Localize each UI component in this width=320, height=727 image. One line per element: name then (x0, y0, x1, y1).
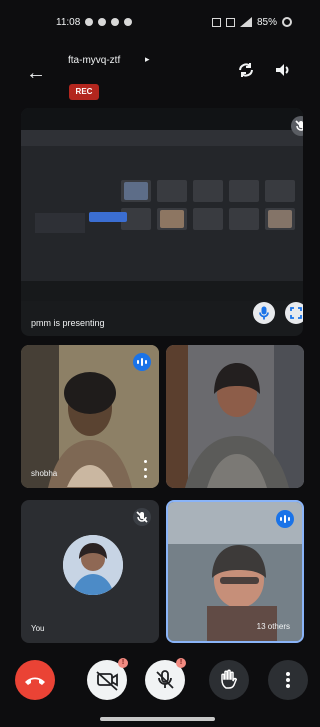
participant-name: shobha (31, 469, 58, 478)
shared-screen-tile (193, 208, 223, 230)
avatar (63, 535, 123, 595)
location-icon (111, 18, 120, 26)
raise-hand-icon (221, 669, 237, 689)
shared-screen (21, 108, 303, 301)
mic-warning-badge: ! (176, 658, 186, 668)
shared-screen-video-thumb (268, 210, 292, 228)
speaker-icon[interactable] (273, 60, 293, 80)
shared-screen-video-thumb (160, 210, 184, 228)
participant-count: 13 others (256, 622, 290, 631)
status-left: 11:08 (56, 16, 133, 28)
cast-icon (211, 17, 221, 27)
participant-tile[interactable]: shobha (21, 345, 159, 488)
notification-icon (85, 18, 94, 26)
chevron-right-icon[interactable]: ▸ (145, 54, 150, 65)
camera-switch-icon[interactable] (236, 60, 256, 80)
shared-screen-tile (265, 180, 295, 202)
camera-warning-badge: ! (118, 658, 128, 668)
camera-toggle-button[interactable]: ! (87, 658, 128, 700)
shared-screen-panel (35, 213, 85, 233)
end-call-button[interactable] (15, 660, 55, 700)
shared-screen-tile (157, 180, 187, 202)
more-vertical-icon (286, 672, 290, 688)
speaking-indicator-icon (133, 353, 151, 371)
end-call-icon (25, 677, 45, 685)
more-options-button[interactable] (268, 660, 308, 700)
participant-name: You (31, 624, 45, 633)
more-vertical-icon[interactable] (141, 460, 149, 478)
signal-icon (239, 17, 252, 27)
home-indicator[interactable] (100, 717, 215, 721)
shared-screen-video-thumb (124, 182, 148, 200)
mic-muted-icon (133, 508, 151, 526)
whatsapp-icon (98, 18, 107, 26)
mic-icon[interactable] (253, 302, 275, 324)
expand-icon[interactable] (285, 302, 303, 324)
shared-screen-tile (229, 208, 259, 230)
speaking-indicator-icon (276, 510, 294, 528)
recording-badge: REC (69, 84, 99, 100)
participant-tile[interactable] (166, 345, 304, 488)
shared-screen-tabbar (21, 130, 303, 146)
call-controls: ! ! (0, 658, 314, 727)
presentation-tile[interactable]: pmm is presenting (21, 108, 303, 336)
battery-percent: 85% (256, 16, 277, 28)
participant-video (166, 345, 304, 488)
back-arrow-icon[interactable]: ← (25, 62, 47, 84)
shared-screen-footer (21, 281, 303, 301)
presenting-label: pmm is presenting (31, 318, 105, 328)
battery-icon (282, 17, 292, 27)
microphone-toggle-button[interactable]: ! (145, 658, 186, 700)
clock: 11:08 (56, 16, 81, 28)
shared-screen-tile (229, 180, 259, 202)
shared-screen-button (89, 212, 127, 222)
participant-tile[interactable]: 13 others (166, 500, 304, 643)
shared-screen-header (21, 108, 303, 130)
heart-icon (124, 18, 133, 26)
meeting-header: ← fta-myvq-ztf ▸ REC (0, 46, 314, 100)
raise-hand-button[interactable] (209, 660, 249, 700)
mic-muted-icon (291, 116, 303, 136)
vibrate-icon (225, 17, 235, 27)
shared-screen-tile (193, 180, 223, 202)
self-view-tile[interactable]: You (21, 500, 159, 643)
meeting-code[interactable]: fta-myvq-ztf (68, 55, 120, 66)
status-bar: 11:08 85% (0, 0, 314, 44)
status-right: 85% (211, 16, 292, 28)
